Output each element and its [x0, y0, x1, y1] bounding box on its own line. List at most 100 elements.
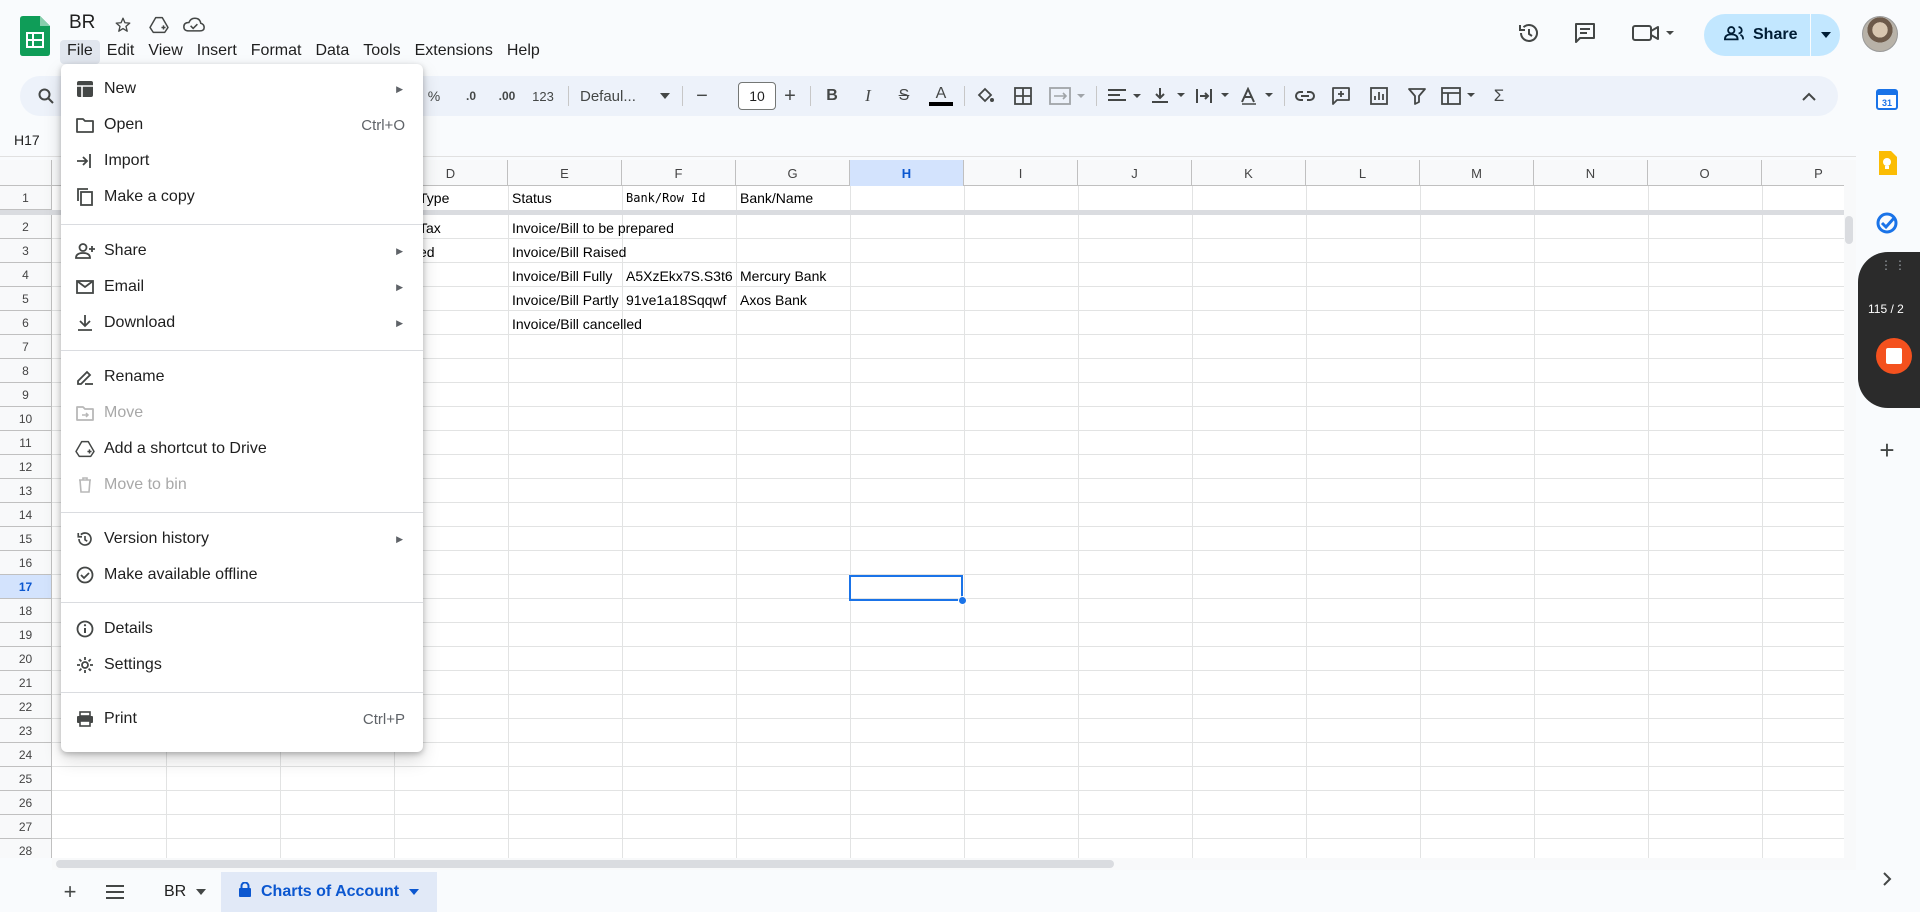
sheet-tab-charts-of-account[interactable]: Charts of Account [221, 872, 438, 912]
calendar-icon[interactable]: 31 [1874, 86, 1900, 112]
version-history-icon[interactable] [1512, 16, 1546, 50]
row-header[interactable]: 19 [0, 623, 52, 647]
row-header[interactable]: 16 [0, 551, 52, 575]
cell-d1[interactable]: Type [415, 186, 507, 210]
strikethrough-button[interactable]: S [894, 84, 914, 108]
move-to-drive-icon[interactable] [148, 14, 170, 36]
file-menu-download[interactable]: Download ▶ [61, 305, 423, 341]
row-header[interactable]: 27 [0, 815, 52, 839]
row-header[interactable]: 4 [0, 263, 52, 287]
insert-comment-icon[interactable] [1330, 84, 1352, 108]
row-header[interactable]: 9 [0, 383, 52, 407]
row-header[interactable]: 25 [0, 767, 52, 791]
stop-recording-button[interactable] [1876, 338, 1912, 374]
name-box[interactable]: H17 [14, 132, 40, 148]
file-menu-offline[interactable]: Make available offline [61, 557, 423, 593]
column-header-i[interactable]: I [964, 160, 1078, 186]
row-header[interactable]: 2 [0, 215, 52, 239]
horizontal-align-icon[interactable] [1106, 84, 1144, 108]
merge-cells-icon[interactable] [1048, 84, 1088, 108]
collapse-toolbar-icon[interactable] [1798, 84, 1820, 108]
menu-tools[interactable]: Tools [356, 40, 407, 64]
file-menu-print[interactable]: Print Ctrl+P [61, 701, 423, 737]
functions-button[interactable]: Σ [1488, 84, 1510, 108]
file-menu-open[interactable]: Open Ctrl+O [61, 107, 423, 143]
fill-handle[interactable] [958, 596, 967, 605]
row-header[interactable]: 18 [0, 599, 52, 623]
column-header-e[interactable]: E [508, 160, 622, 186]
file-menu-move[interactable]: Move [61, 395, 423, 431]
column-header-k[interactable]: K [1192, 160, 1306, 186]
column-header-j[interactable]: J [1078, 160, 1192, 186]
cell-f5[interactable]: 91ve1a18Sqqwf [622, 288, 736, 312]
font-size-input[interactable]: 10 [738, 82, 776, 110]
file-menu-move-to-bin[interactable]: Move to bin [61, 467, 423, 503]
row-header[interactable]: 23 [0, 719, 52, 743]
cell-e3[interactable]: Invoice/Bill Raised [508, 240, 736, 264]
active-cell-selection[interactable] [849, 575, 963, 601]
cell-e1[interactable]: Status [508, 186, 622, 210]
sheet-tab-br[interactable]: BR [146, 872, 224, 912]
text-wrapping-icon[interactable] [1194, 84, 1232, 108]
row-header[interactable]: 24 [0, 743, 52, 767]
add-sheet-icon[interactable]: + [58, 879, 82, 904]
row-header[interactable]: 3 [0, 239, 52, 263]
vertical-scroll-thumb[interactable] [1845, 216, 1853, 244]
menu-format[interactable]: Format [244, 40, 309, 64]
column-header-p[interactable]: P [1762, 160, 1844, 186]
menu-file[interactable]: File [60, 40, 100, 64]
file-menu-email[interactable]: Email ▶ [61, 269, 423, 305]
filter-views-icon[interactable] [1440, 84, 1480, 108]
file-menu-details[interactable]: Details [61, 611, 423, 647]
file-menu-new[interactable]: New ▶ [61, 71, 423, 107]
borders-icon[interactable] [1012, 84, 1034, 108]
drag-handle-icon[interactable]: ⋮⋮ [1880, 258, 1908, 272]
menu-view[interactable]: View [141, 40, 189, 64]
row-header[interactable]: 13 [0, 479, 52, 503]
menu-data[interactable]: Data [308, 40, 356, 64]
cell-e6[interactable]: Invoice/Bill cancelled [508, 312, 736, 336]
bold-button[interactable]: B [822, 84, 842, 108]
cell-e4[interactable]: Invoice/Bill Fully [508, 264, 622, 288]
text-rotation-icon[interactable] [1238, 84, 1276, 108]
row-header[interactable]: 12 [0, 455, 52, 479]
file-menu-settings[interactable]: Settings [61, 647, 423, 683]
vertical-scrollbar[interactable] [1844, 160, 1856, 858]
file-menu-version-history[interactable]: Version history ▶ [61, 521, 423, 557]
tasks-icon[interactable] [1874, 210, 1900, 236]
cell-d2[interactable]: Tax [415, 216, 507, 240]
menu-help[interactable]: Help [500, 40, 547, 64]
text-color-button[interactable]: A [926, 84, 956, 108]
row-header[interactable]: 7 [0, 335, 52, 359]
row-header[interactable]: 10 [0, 407, 52, 431]
row-header[interactable]: 20 [0, 647, 52, 671]
italic-button[interactable]: I [858, 84, 878, 108]
select-all-corner[interactable] [0, 160, 52, 186]
row-header[interactable]: 6 [0, 311, 52, 335]
cell-g1[interactable]: Bank/Name [736, 186, 850, 210]
cell-e2[interactable]: Invoice/Bill to be prepared [508, 216, 850, 240]
row-header[interactable]: 22 [0, 695, 52, 719]
all-sheets-icon[interactable] [103, 880, 127, 904]
increase-font-size-icon[interactable]: + [780, 84, 800, 108]
fill-color-icon[interactable] [974, 84, 996, 108]
cell-f4[interactable]: A5XzEkx7S.S3t6 [622, 264, 736, 288]
meet-icon[interactable] [1628, 16, 1678, 50]
share-dropdown-icon[interactable] [1811, 32, 1840, 38]
row-header[interactable]: 14 [0, 503, 52, 527]
row-header[interactable]: 1 [0, 186, 52, 210]
cloud-saved-icon[interactable] [183, 14, 205, 36]
row-header[interactable]: 11 [0, 431, 52, 455]
row-header[interactable]: 5 [0, 287, 52, 311]
row-header[interactable]: 15 [0, 527, 52, 551]
share-button[interactable]: Share [1704, 14, 1840, 56]
screen-recorder-widget[interactable]: ⋮⋮ 115 / 2 [1858, 252, 1920, 408]
increase-decimal-button[interactable]: .00 [492, 84, 522, 108]
add-addon-icon[interactable]: + [1874, 435, 1900, 465]
row-header[interactable]: 26 [0, 791, 52, 815]
column-header-l[interactable]: L [1306, 160, 1420, 186]
file-menu-import[interactable]: Import [61, 143, 423, 179]
row-header[interactable]: 21 [0, 671, 52, 695]
file-menu-make-copy[interactable]: Make a copy [61, 179, 423, 215]
decrease-decimal-button[interactable]: .0 [458, 84, 484, 108]
